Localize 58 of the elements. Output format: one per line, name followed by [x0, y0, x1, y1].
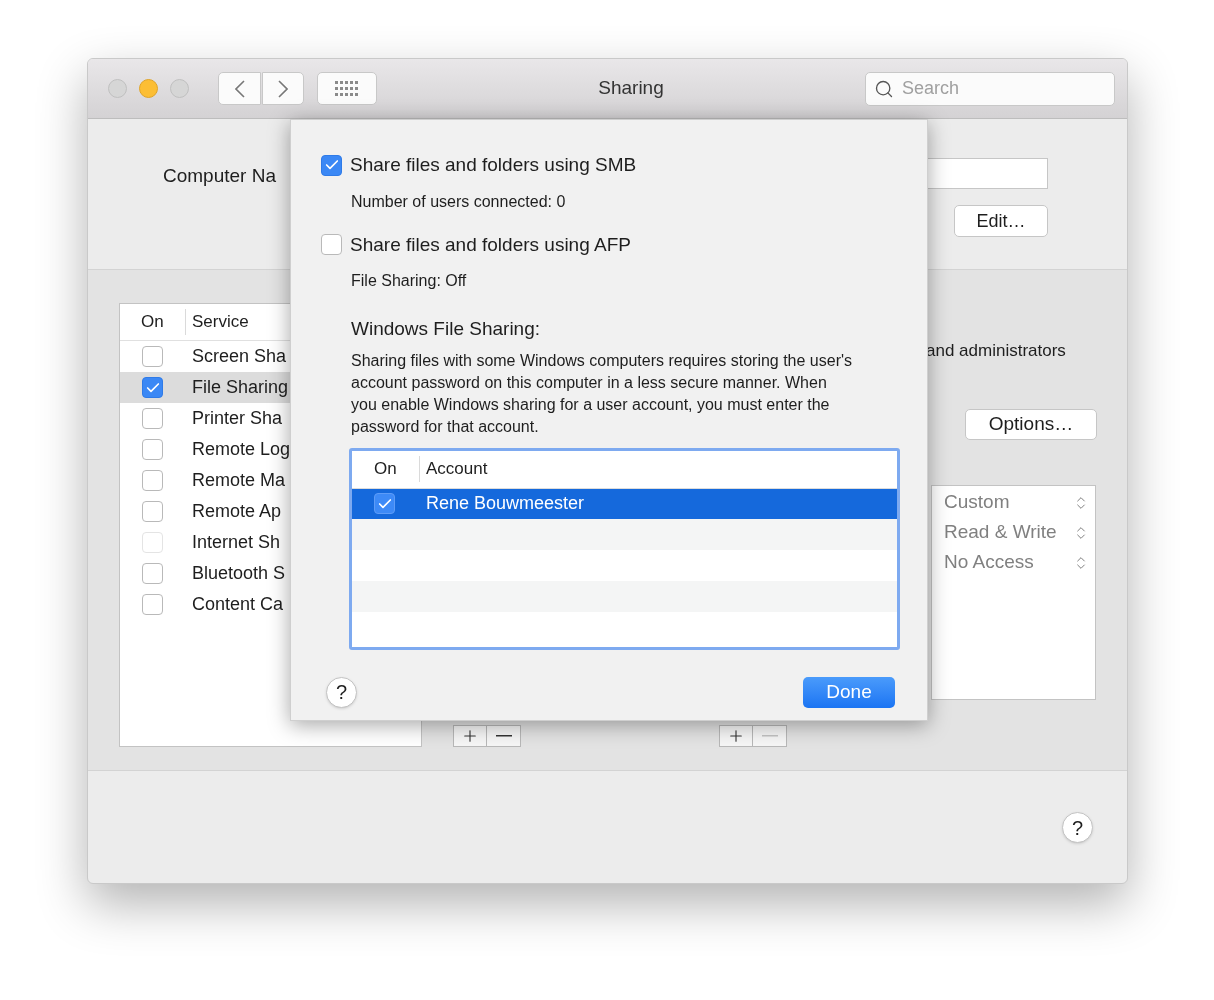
checkbox[interactable] — [321, 154, 342, 176]
service-name: Remote Ma — [192, 469, 286, 492]
search-icon — [874, 78, 894, 99]
window-title: Sharing — [598, 76, 664, 101]
column-header[interactable]: Account — [420, 456, 488, 482]
plus-icon — [461, 727, 479, 745]
plus-icon — [727, 727, 745, 745]
close-button[interactable] — [108, 79, 127, 98]
service-name: File Sharing — [192, 376, 289, 399]
grid-icon — [335, 80, 359, 97]
checkbox[interactable] — [142, 594, 163, 615]
checkbox[interactable] — [142, 408, 163, 429]
service-name: Remote Ap — [192, 500, 282, 523]
status-text: Number of users connected: 0 — [351, 191, 567, 212]
checkbox[interactable] — [374, 493, 395, 514]
permission-popup[interactable]: Read & Write — [932, 517, 1095, 548]
checkbox[interactable] — [142, 377, 163, 398]
options-button[interactable]: Options… — [965, 408, 1097, 440]
service-name: Screen Sha — [192, 345, 287, 368]
done-button[interactable]: Done — [803, 676, 895, 708]
checkbox[interactable] — [142, 470, 163, 491]
option-label: Share files and folders using AFP — [350, 232, 631, 257]
minimize-button[interactable] — [139, 79, 158, 98]
option-label: Share files and folders using SMB — [350, 153, 637, 177]
search-field[interactable]: Search — [865, 71, 1115, 106]
edit-button[interactable]: Edit… — [954, 205, 1048, 237]
help-button[interactable]: ? — [1062, 812, 1093, 843]
checkbox[interactable] — [142, 501, 163, 522]
checkbox[interactable] — [142, 346, 163, 367]
service-name: Bluetooth S — [192, 562, 286, 585]
zoom-button[interactable] — [170, 79, 189, 98]
minus-icon — [761, 735, 778, 737]
minus-icon — [495, 735, 512, 737]
back-icon — [234, 79, 245, 98]
column-header[interactable]: On — [352, 456, 420, 482]
permission-popup[interactable]: No Access — [932, 547, 1095, 578]
computer-name-label: Computer Na — [163, 164, 276, 188]
checkbox[interactable] — [142, 563, 163, 584]
help-button[interactable]: ? — [326, 676, 357, 708]
forward-button[interactable] — [262, 72, 304, 105]
add-button[interactable] — [719, 725, 753, 747]
checkbox[interactable] — [142, 439, 163, 460]
service-name: Remote Log — [192, 438, 291, 461]
checkbox[interactable] — [321, 234, 342, 256]
remove-button[interactable] — [487, 725, 521, 747]
status-text: File Sharing: Off — [351, 271, 468, 291]
column-header[interactable]: On — [120, 309, 186, 335]
permission-popup[interactable]: Custom — [932, 487, 1095, 518]
account-name: Rene Bouwmeester — [426, 492, 585, 515]
column-header[interactable]: Service — [186, 309, 249, 335]
service-name: Content Ca — [192, 593, 284, 616]
account-row[interactable]: Rene Bouwmeester — [352, 488, 897, 519]
section-heading: Windows File Sharing: — [351, 317, 542, 341]
show-all-button[interactable] — [317, 72, 377, 105]
service-name: Printer Sha — [192, 407, 283, 430]
back-button[interactable] — [218, 72, 261, 105]
forward-icon — [278, 79, 288, 98]
service-name: Internet Sh — [192, 531, 281, 554]
